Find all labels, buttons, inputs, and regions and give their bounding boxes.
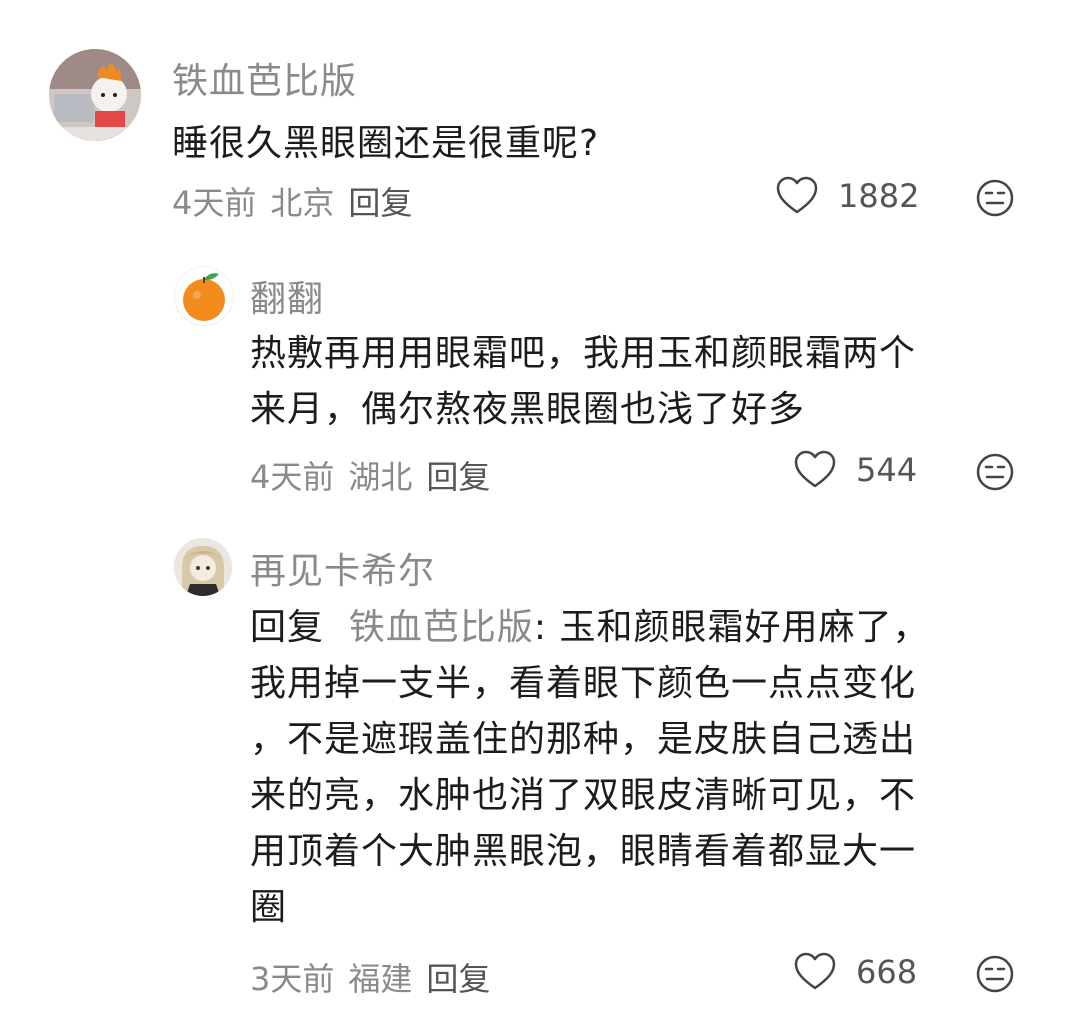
comment-text-line: 我用掉一支半，看着眼下颜色一点点变化 [250,663,917,704]
comment-text-line: 来月，偶尔熬夜黑眼圈也浅了好多 [250,389,806,430]
comment-text-line: ，不是遮瑕盖住的那种，是皮肤自己透出 [250,719,917,760]
like-count: 544 [856,451,918,489]
comment-location: 北京 [270,184,335,222]
comment-time: 4天前 [250,458,335,496]
comment-username[interactable]: 翻翻 [250,270,324,322]
comment-text: 回复 铁血芭比版: 玉和颜眼霜好用麻了， 我用掉一支半，看着眼下颜色一点点变化 … [250,600,930,936]
user-avatar[interactable] [49,49,141,141]
comment-text-line: 回复 铁血芭比版: 玉和颜眼霜好用麻了， [250,600,930,656]
comment-time: 3天前 [250,960,335,998]
hello-kitty-avatar-icon [49,49,141,141]
neutral-face-icon[interactable] [975,452,1015,492]
heart-outline-icon [794,952,836,990]
orange-fruit-avatar-icon [183,273,225,321]
comment-1: 铁血芭比版 睡很久黑眼圈还是很重呢? 4天前 北京 回复 1882 [0,0,1080,240]
comment-time: 4天前 [172,184,257,222]
comment-location: 湖北 [348,458,413,496]
comment-meta: 4天前 湖北 回复 [250,452,504,498]
comment-2: 翻翻 热敷再用用眼霜吧，我用玉和颜眼霜两个 来月，偶尔熬夜黑眼圈也浅了好多 4天… [0,240,1080,510]
reply-button[interactable]: 回复 [348,184,412,222]
heart-outline-icon [794,450,836,488]
user-avatar[interactable] [174,266,234,326]
like-button[interactable]: 1882 [776,176,919,216]
neutral-face-icon[interactable] [975,178,1015,218]
heart-outline-icon [776,176,818,214]
user-avatar[interactable] [174,538,232,596]
like-count: 668 [856,953,918,991]
like-button[interactable]: 668 [794,952,917,992]
like-button[interactable]: 544 [794,450,917,490]
comment-meta: 3天前 福建 回复 [250,954,504,1000]
comment-location: 福建 [348,960,413,998]
comment-meta: 4天前 北京 回复 [172,178,426,224]
comment-text: 热敷再用用眼霜吧，我用玉和颜眼霜两个 来月，偶尔熬夜黑眼圈也浅了好多 [250,326,916,438]
like-count: 1882 [838,177,920,215]
comment-text-line: 热敷再用用眼霜吧，我用玉和颜眼霜两个 [250,333,917,374]
reply-button[interactable]: 回复 [426,458,490,496]
reply-target-username[interactable]: 铁血芭比版 [349,607,534,648]
reply-button[interactable]: 回复 [426,960,490,998]
comment-text-line: 圈 [250,887,288,928]
neutral-face-icon[interactable] [975,954,1015,994]
comment-text: 睡很久黑眼圈还是很重呢? [172,123,600,164]
anime-girl-avatar-icon [174,538,232,596]
comment-text-line: 用顶着个大肿黑眼泡，眼睛看着都显大一 [250,831,917,872]
comment-username[interactable]: 铁血芭比版 [172,52,357,104]
comment-3: 再见卡希尔 回复 铁血芭比版: 玉和颜眼霜好用麻了， 我用掉一支半，看着眼下颜色… [0,510,1080,1030]
comment-text-line: 来的亮，水肿也消了双眼皮清晰可见，不 [250,775,917,816]
reply-prefix: 回复 [250,607,325,648]
reply-text-first: : 玉和颜眼霜好用麻了， [533,607,930,648]
comment-username[interactable]: 再见卡希尔 [250,542,435,594]
